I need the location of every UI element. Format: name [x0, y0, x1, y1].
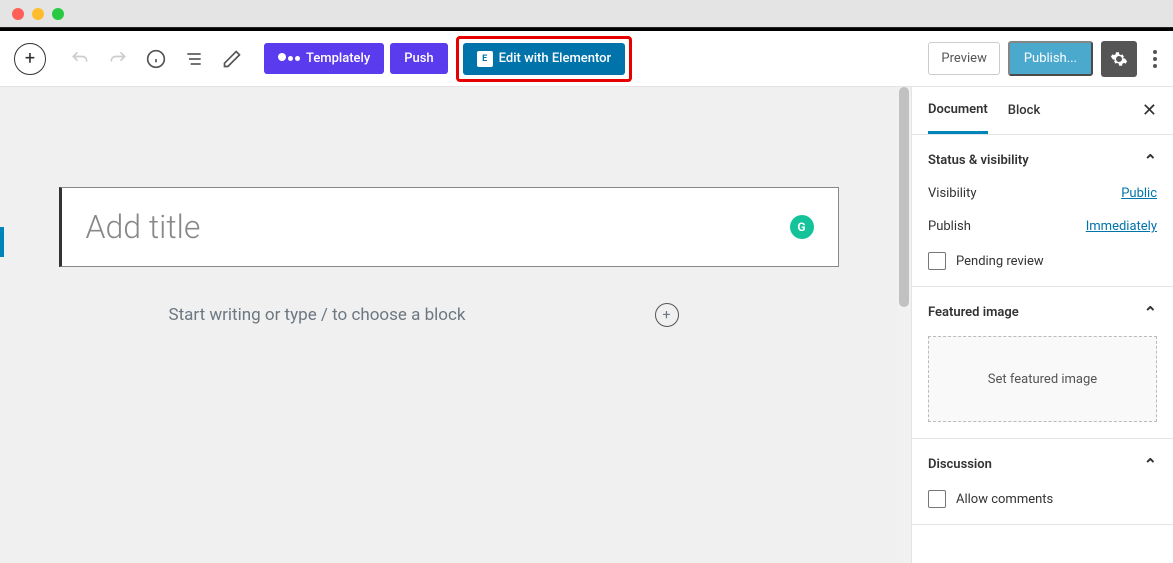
allow-comments-checkbox[interactable] [928, 490, 946, 508]
push-button[interactable]: Push [390, 43, 447, 74]
publish-button[interactable]: Publish... [1008, 41, 1093, 76]
body-block-prompt[interactable]: Start writing or type / to choose a bloc… [59, 303, 839, 327]
scroll-thumb[interactable] [899, 87, 909, 307]
add-block-button[interactable]: + [14, 43, 46, 75]
top-toolbar: + Templately Push [0, 31, 1173, 87]
window-maximize-icon[interactable] [52, 8, 64, 20]
grammarly-icon[interactable]: G [790, 215, 814, 239]
discussion-header[interactable]: Discussion ⌃ [928, 455, 1157, 474]
set-featured-image-button[interactable]: Set featured image [928, 336, 1157, 422]
post-title-input[interactable]: Add title G [59, 187, 839, 267]
more-menu-button[interactable] [1145, 50, 1165, 68]
publish-value[interactable]: Immediately [1086, 219, 1157, 234]
allow-comments-label: Allow comments [956, 492, 1053, 507]
pending-review-checkbox[interactable] [928, 252, 946, 270]
add-inline-block-button[interactable]: + [655, 303, 679, 327]
settings-button[interactable] [1101, 41, 1137, 77]
window-close-icon[interactable] [12, 8, 24, 20]
undo-button[interactable] [62, 41, 98, 77]
visibility-value[interactable]: Public [1121, 186, 1157, 201]
elementor-icon: E [477, 51, 493, 67]
redo-button[interactable] [100, 41, 136, 77]
chevron-up-icon: ⌃ [1144, 455, 1157, 474]
visibility-label: Visibility [928, 186, 977, 201]
tab-document[interactable]: Document [928, 88, 988, 134]
publish-label: Publish [928, 219, 971, 234]
block-indicator [0, 227, 4, 257]
window-chrome [0, 0, 1173, 28]
status-visibility-header[interactable]: Status & visibility ⌃ [928, 151, 1157, 170]
chevron-up-icon: ⌃ [1144, 151, 1157, 170]
templately-icon [278, 56, 300, 61]
settings-sidebar: Document Block ✕ Status & visibility ⌃ V… [911, 87, 1173, 563]
featured-image-header[interactable]: Featured image ⌃ [928, 303, 1157, 322]
pending-review-label: Pending review [956, 254, 1044, 269]
edit-elementor-button[interactable]: E Edit with Elementor [463, 43, 625, 75]
edit-button[interactable] [214, 41, 250, 77]
editor-scrollbar[interactable] [897, 87, 911, 563]
editor-canvas[interactable]: Add title G Start writing or type / to c… [0, 87, 897, 563]
body-placeholder-text: Start writing or type / to choose a bloc… [169, 305, 466, 325]
chevron-up-icon: ⌃ [1144, 303, 1157, 322]
close-sidebar-button[interactable]: ✕ [1142, 100, 1157, 121]
outline-button[interactable] [176, 41, 212, 77]
window-minimize-icon[interactable] [32, 8, 44, 20]
title-placeholder: Add title [86, 208, 201, 246]
tab-block[interactable]: Block [1008, 89, 1040, 132]
preview-button[interactable]: Preview [928, 42, 999, 75]
info-button[interactable] [138, 41, 174, 77]
elementor-highlight: E Edit with Elementor [456, 36, 632, 82]
templately-button[interactable]: Templately [264, 43, 384, 74]
